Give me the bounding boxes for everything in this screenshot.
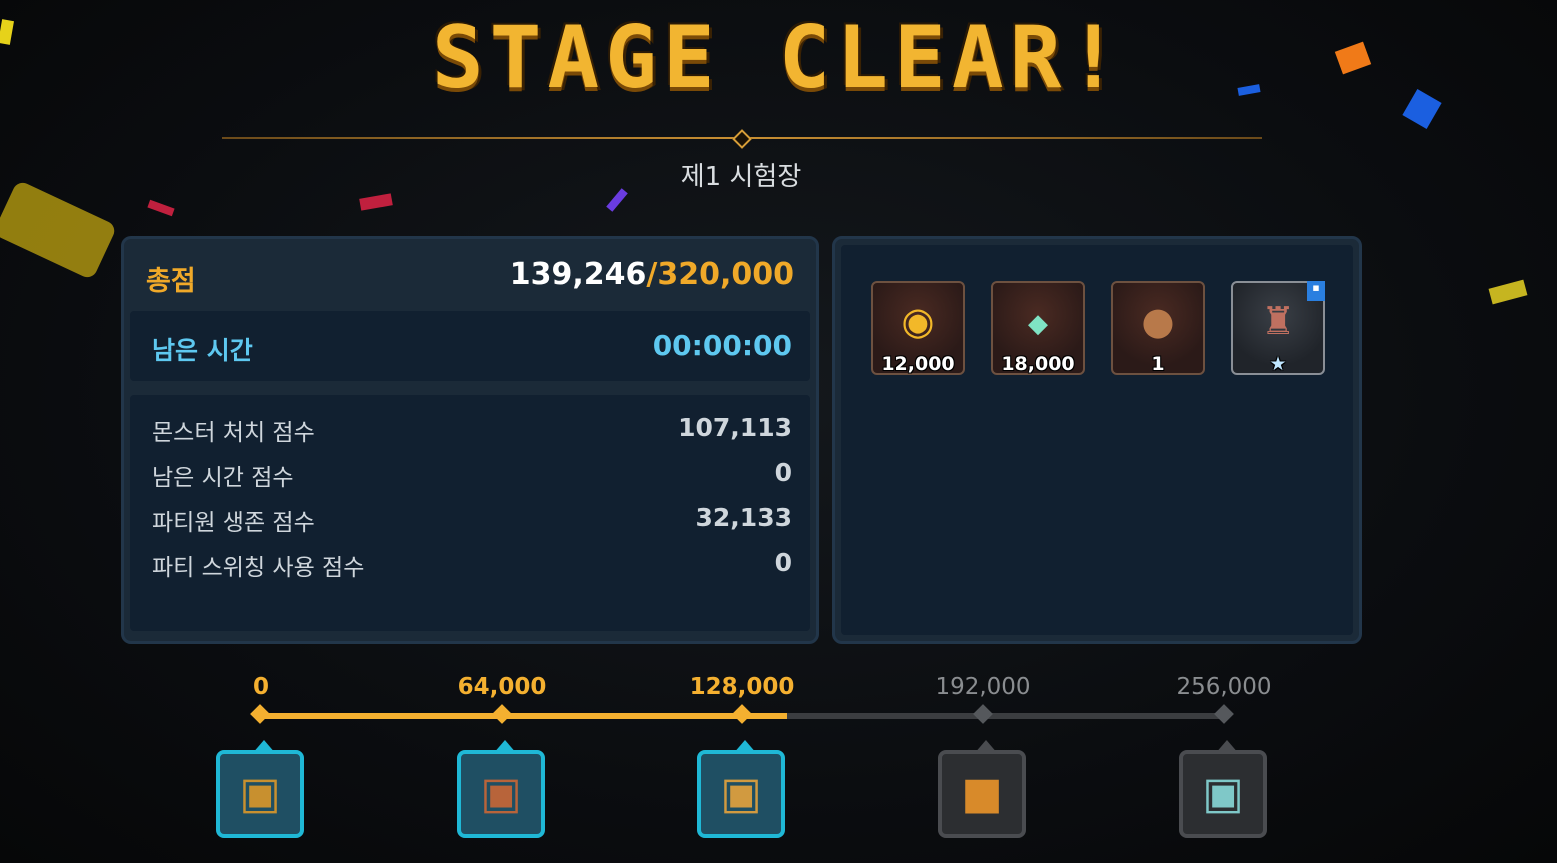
- reward-item[interactable]: ◆ 18,000: [991, 281, 1085, 375]
- score-detail-label: 파티원 생존 점수: [152, 510, 315, 536]
- small-chest-icon: ▣: [239, 768, 281, 819]
- score-detail-value: 0: [774, 458, 792, 487]
- stage-clear-title: STAGE CLEAR!: [431, 8, 1126, 108]
- chest-pointer: [252, 740, 276, 754]
- reward-item[interactable]: ● 1: [1111, 281, 1205, 375]
- remaining-time-box: 남은 시간 00:00:00: [130, 311, 810, 381]
- milestone-chest[interactable]: ■: [938, 740, 1026, 838]
- chest-pointer: [974, 740, 998, 754]
- silver-chest-icon: ▣: [1202, 768, 1244, 819]
- info-badge-icon: ▪: [1307, 281, 1325, 301]
- milestone-value: 0: [252, 674, 269, 700]
- score-detail-value: 0: [774, 548, 792, 577]
- remaining-time-value: 00:00:00: [652, 329, 792, 362]
- score-detail-row: 몬스터 처치 점수 107,113: [152, 407, 792, 447]
- reward-list: ◉ 12,000 ◆ 18,000 ● 1 ♜ ▪ ★: [841, 245, 1353, 635]
- milestone-chest[interactable]: ▣: [1179, 740, 1267, 838]
- score-detail-label: 파티 스위칭 사용 점수: [152, 555, 365, 581]
- reward-count: 18,000: [1001, 353, 1075, 375]
- confetti: [147, 199, 175, 217]
- total-score-current: 139,246: [509, 257, 647, 292]
- confetti: [1488, 279, 1528, 305]
- divider-diamond-icon: [732, 129, 752, 149]
- confetti: [359, 193, 393, 211]
- milestone-marker: [492, 704, 512, 724]
- reward-count: 1: [1151, 353, 1165, 375]
- milestone-marker: [732, 704, 752, 724]
- score-panel: 총점 139,246/320,000 남은 시간 00:00:00 몬스터 처치…: [121, 236, 819, 644]
- stage-name: 제1 시험장: [680, 162, 802, 192]
- total-score-label: 총점: [146, 266, 196, 297]
- crystal-icon: ◆: [1028, 309, 1048, 339]
- reward-item[interactable]: ♜ ▪ ★: [1231, 281, 1325, 375]
- score-detail-row: 파티원 생존 점수 32,133: [152, 497, 792, 537]
- pouch-icon: ●: [1141, 299, 1175, 343]
- chest-pointer: [733, 740, 757, 754]
- score-detail-row: 남은 시간 점수 0: [152, 452, 792, 492]
- milestone-chest[interactable]: ▣: [216, 740, 304, 838]
- milestone-value: 192,000: [935, 674, 1031, 700]
- chest-pointer: [1215, 740, 1239, 754]
- score-detail-value: 107,113: [678, 413, 792, 442]
- reward-count: 12,000: [881, 353, 955, 375]
- milestone-marker: [250, 704, 270, 724]
- treasure-chest-icon: ▣: [480, 768, 522, 819]
- large-treasure-chest-icon: ▣: [720, 768, 762, 819]
- gold-coin-icon: ◉: [901, 299, 935, 343]
- reward-item[interactable]: ◉ 12,000: [871, 281, 965, 375]
- confetti: [0, 179, 118, 281]
- star-icon: ★: [1269, 353, 1287, 375]
- milestone-chest[interactable]: ▣: [697, 740, 785, 838]
- trophy-cup-icon: ♜: [1260, 299, 1296, 343]
- score-detail-value: 32,133: [695, 503, 792, 532]
- milestone-value: 128,000: [689, 674, 795, 700]
- reward-panel: ◉ 12,000 ◆ 18,000 ● 1 ♜ ▪ ★: [832, 236, 1362, 644]
- score-detail-row: 파티 스위칭 사용 점수 0: [152, 542, 792, 582]
- score-details: 몬스터 처치 점수 107,113 남은 시간 점수 0 파티원 생존 점수 3…: [130, 395, 810, 631]
- milestone-value: 256,000: [1176, 674, 1272, 700]
- total-score-separator: /: [646, 257, 658, 292]
- chest-pointer: [493, 740, 517, 754]
- milestone-value: 64,000: [457, 674, 547, 700]
- progress-track-fill: [260, 713, 788, 719]
- milestone-marker: [973, 704, 993, 724]
- golden-box-icon: ■: [961, 768, 1003, 819]
- total-score-value: 139,246/320,000: [510, 257, 794, 292]
- remaining-time-label: 남은 시간: [152, 336, 253, 365]
- total-score-max: 320,000: [657, 257, 794, 292]
- milestone-chest[interactable]: ▣: [457, 740, 545, 838]
- score-detail-label: 몬스터 처치 점수: [152, 420, 315, 446]
- score-detail-label: 남은 시간 점수: [152, 465, 294, 491]
- milestone-marker: [1214, 704, 1234, 724]
